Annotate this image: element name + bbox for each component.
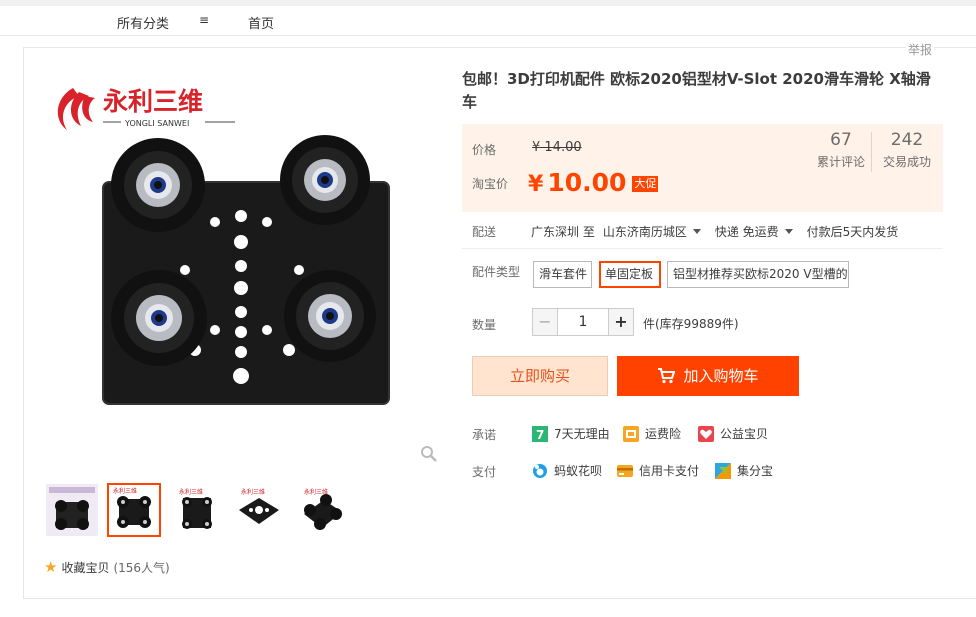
promise-label: 承诺 [472, 428, 497, 442]
add-to-cart-label: 加入购物车 [683, 367, 759, 385]
thumbnail-3[interactable]: 永利三维 [170, 483, 224, 537]
promise-seven-day[interactable]: 7 7天无理由 [532, 425, 610, 442]
promo-badge: 大促 [632, 176, 659, 192]
ship-method: 快递 免运费 [714, 225, 779, 239]
quantity-label: 数量 [472, 318, 497, 332]
option-label: 配件类型 [472, 265, 521, 279]
nav-bar: 所有分类 ≡ 首页 [0, 6, 976, 36]
seven-day-icon: 7 [532, 425, 548, 442]
transaction-count-stat[interactable]: 242 交易成功 [876, 130, 938, 170]
stock-info: 件(库存99889件) [643, 317, 739, 331]
price-panel: 价格 ¥ 14.00 淘宝价 ¥ 10.00 大促 67 累计评论 242 交易… [462, 124, 943, 212]
quantity-input[interactable] [558, 308, 608, 336]
ship-method-selector[interactable]: 快递 免运费 [715, 223, 793, 240]
payment-jifenbao[interactable]: 集分宝 [715, 462, 773, 479]
buy-now-button[interactable]: 立即购买 [472, 356, 608, 396]
charity-icon [698, 425, 714, 442]
svg-text:永利三维: 永利三维 [179, 488, 203, 496]
currency-symbol: ¥ [528, 172, 544, 197]
transaction-count: 242 [890, 130, 924, 150]
nav-home-link[interactable]: 首页 [248, 13, 274, 32]
brand-logo: 永利三维 YONGLI SANWEI [57, 87, 235, 130]
payment-credit-card-text: 信用卡支付 [639, 464, 700, 478]
payment-label: 支付 [472, 465, 497, 479]
favorite-button[interactable]: ★ 收藏宝贝 (156人气) [44, 558, 170, 576]
option-aluminum-profile[interactable]: 铝型材推荐买欧标2020 V型槽的 [667, 261, 849, 288]
huabei-icon [533, 463, 547, 478]
brand-name: 永利三维 [103, 87, 203, 116]
thumbnail-4[interactable]: 永利三维 [232, 483, 286, 537]
chevron-down-icon [784, 229, 793, 234]
price-label: 价格 [472, 143, 497, 157]
svg-text:永利三维: 永利三维 [241, 488, 265, 496]
payment-jifenbao-text: 集分宝 [737, 464, 774, 478]
promo-price-label: 淘宝价 [472, 177, 509, 191]
zoom-icon[interactable] [420, 445, 438, 463]
thumbnail-1[interactable] [45, 483, 99, 537]
main-product-image[interactable]: 永利三维 YONGLI SANWEI [45, 70, 445, 470]
freight-insurance-icon [623, 425, 639, 442]
stat-divider [871, 132, 872, 172]
promise-charity[interactable]: 公益宝贝 [698, 425, 768, 442]
svg-text:7: 7 [536, 428, 544, 442]
product-photo: 永利三维 YONGLI SANWEI [57, 87, 390, 405]
payment-credit-card[interactable]: 信用卡支付 [617, 462, 699, 479]
favorite-count: (156人气) [113, 560, 170, 575]
cart-icon [658, 368, 676, 384]
transaction-count-label: 交易成功 [882, 155, 931, 169]
svg-text:永利三维: 永利三维 [113, 487, 137, 495]
original-price: ¥ 14.00 [532, 140, 582, 155]
promo-price-value: 10.00 [547, 168, 627, 197]
shipping-label: 配送 [472, 225, 497, 239]
ship-to: 山东济南历城区 [602, 225, 687, 239]
divider [462, 248, 943, 249]
credit-card-icon [617, 464, 633, 477]
promise-seven-day-text: 7天无理由 [554, 427, 610, 441]
ship-delivery: 付款后5天内发货 [806, 225, 899, 239]
add-to-cart-button[interactable]: 加入购物车 [617, 356, 799, 396]
thumbnail-2[interactable]: 永利三维 [107, 483, 161, 537]
jifenbao-icon [715, 462, 731, 479]
chevron-down-icon [692, 229, 701, 234]
ship-from: 广东深圳 至 [531, 225, 595, 239]
quantity-increment-button[interactable]: + [608, 308, 634, 336]
thumbnail-5[interactable]: 永利三维 [295, 483, 349, 537]
option-slider-kit[interactable]: 滑车套件 [533, 261, 592, 288]
payment-huabei-text: 蚂蚁花呗 [554, 464, 603, 478]
ship-to-selector[interactable]: 山东济南历城区 [603, 223, 701, 240]
review-count-label: 累计评论 [816, 155, 865, 169]
payment-huabei[interactable]: 蚂蚁花呗 [532, 462, 602, 479]
nav-all-categories[interactable]: 所有分类 [117, 13, 169, 32]
star-icon: ★ [44, 558, 58, 576]
quantity-decrement-button[interactable]: − [532, 308, 558, 336]
review-count: 67 [830, 130, 852, 150]
product-title: 包邮！3D打印机配件 欧标2020铝型材V-Slot 2020滑车滑轮 X轴滑车 [462, 70, 931, 111]
promise-freight-insurance-text: 运费险 [645, 427, 682, 441]
promise-charity-text: 公益宝贝 [720, 427, 769, 441]
promo-price: ¥ 10.00 大促 [528, 168, 659, 197]
option-single-plate[interactable]: 单固定板 [599, 261, 661, 288]
shipping-info: 广东深圳 至 山东济南历城区 快递 免运费 付款后5天内发货 [531, 223, 898, 240]
review-count-stat[interactable]: 67 累计评论 [810, 130, 872, 170]
promise-freight-insurance[interactable]: 运费险 [623, 425, 681, 442]
menu-icon[interactable]: ≡ [199, 13, 209, 27]
report-link[interactable]: 举报 [906, 41, 935, 58]
brand-subtitle: YONGLI SANWEI [124, 119, 189, 128]
favorite-label: 收藏宝贝 [61, 560, 110, 575]
